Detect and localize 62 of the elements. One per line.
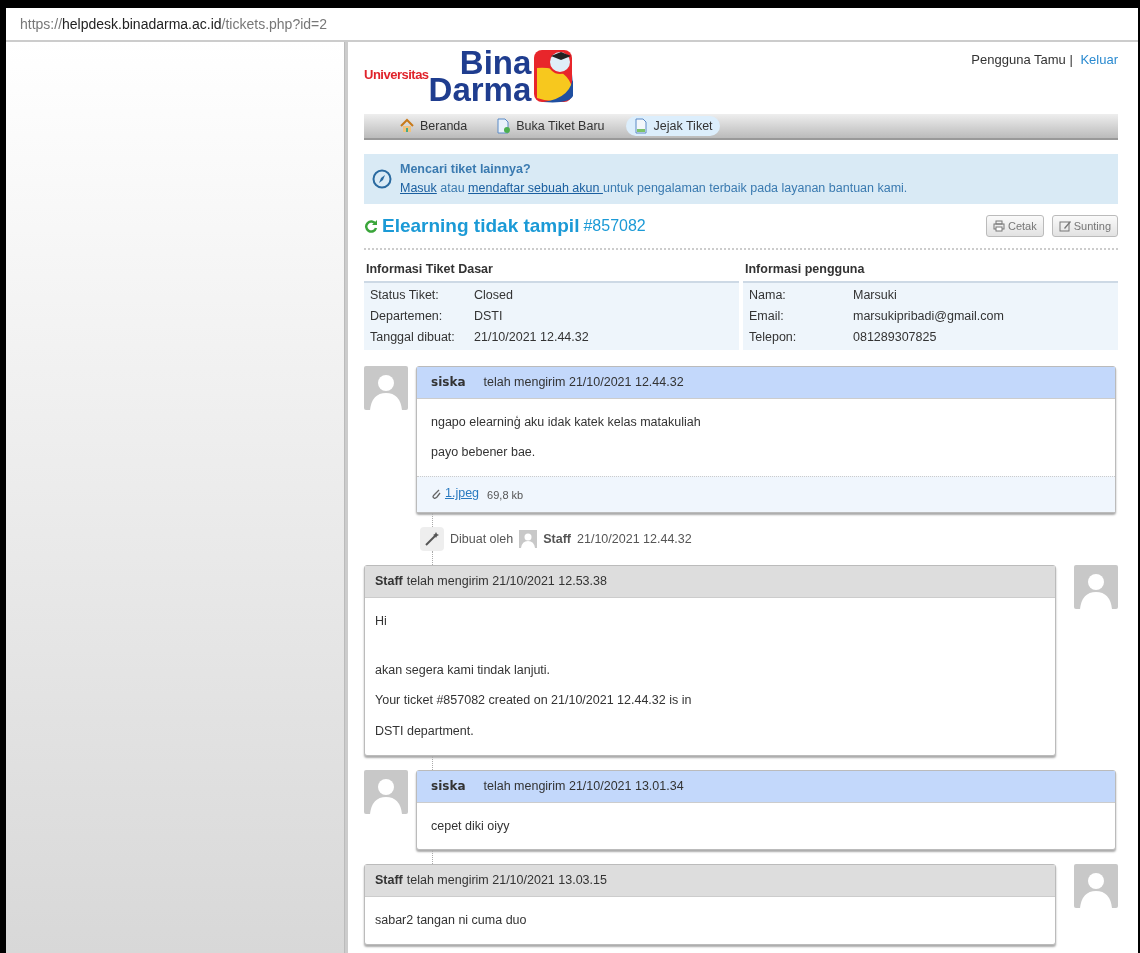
message-text: ngapo elearninģ aku idak katek kelas matakuliah	[431, 413, 702, 431]
compass-icon	[372, 168, 392, 189]
paperclip-icon	[431, 487, 441, 500]
logo-emblem-icon	[533, 48, 576, 104]
nav-tab[interactable]: Buka Tiket Baru	[488, 115, 612, 137]
field-value: Closed	[474, 286, 513, 304]
field-label: Telepon:	[749, 328, 798, 346]
nav-tab[interactable]: Beranda	[392, 115, 475, 137]
user-name: Pengguna Tamu	[971, 52, 1067, 67]
new-document-icon	[495, 118, 512, 134]
print-button[interactable]: Cetak	[985, 214, 1044, 237]
magic-wand-icon	[420, 527, 444, 552]
field-label: Nama:	[749, 286, 787, 304]
notice-link[interactable]: mendaftar sebuah akun	[468, 180, 603, 195]
avatar-icon	[1074, 864, 1118, 909]
post-meta: telah mengirim 21/10/2021 12.53.38	[406, 573, 607, 591]
document-icon	[632, 118, 649, 134]
edit-icon	[1058, 219, 1071, 232]
edit-button[interactable]: Sunting	[1051, 214, 1118, 237]
field-value: marsukipribadi@gmail.com	[853, 307, 1004, 325]
message-text: Your ticket #857082 created on 21/10/2021 12.44.32 is in	[375, 692, 693, 710]
post-meta: telah mengirim 21/10/2021 13.03.15	[406, 872, 607, 890]
message-text: payo bebener bae.	[431, 444, 537, 462]
refresh-icon	[364, 218, 378, 233]
avatar-icon	[519, 530, 538, 549]
author-name: siska	[431, 777, 466, 795]
field-value: Marsuki	[853, 286, 897, 304]
attachment-link[interactable]: 1.jpeg	[445, 484, 480, 503]
field-label: Email:	[749, 307, 785, 325]
ticket-number: #857082	[583, 215, 646, 236]
field-label: Departemen:	[370, 307, 444, 325]
avatar-icon	[1074, 565, 1118, 610]
avatar-icon	[364, 365, 408, 410]
author-name: Staff	[543, 530, 572, 548]
field-value: DSTI	[474, 307, 503, 325]
field-value: 21/10/2021 12.44.32	[474, 328, 589, 346]
notice-text: Masuk atau mendaftar sebuah akun untuk pengalaman terbaik pada layanan bantuan kami.	[400, 179, 908, 197]
field-label: Tanggal dibuat:	[370, 328, 456, 346]
event-text: Dibuat oleh	[450, 530, 514, 548]
event-time: 21/10/2021 12.44.32	[577, 530, 692, 548]
field-value: 081289307825	[853, 328, 937, 346]
message-text: cepet diki oiyy	[431, 817, 511, 835]
post-meta: telah mengirim 21/10/2021 13.01.34	[483, 777, 684, 795]
avatar-icon	[364, 769, 408, 814]
message-text: akan segera kami tindak lanjuti.	[375, 661, 552, 679]
field-label: Status Tiket:	[370, 286, 440, 304]
message-text: Hi	[375, 612, 388, 630]
file-size: 69,8 kb	[486, 489, 524, 502]
author-name: Staff	[375, 872, 403, 890]
post-meta: telah mengirim 21/10/2021 12.44.32	[483, 373, 684, 391]
logout-link[interactable]: Keluar	[1076, 52, 1118, 67]
separator: |	[1069, 52, 1073, 67]
message-text: DSTI department.	[375, 723, 475, 741]
ticket-title: Elearning tidak tampil	[382, 213, 580, 238]
notice-title: Mencari tiket lainnya?	[400, 161, 532, 178]
home-icon	[399, 118, 415, 134]
nav-tab[interactable]: Jejak Tiket	[625, 115, 720, 137]
message-text: sabar2 tangan ni cuma duo	[375, 912, 528, 930]
author-name: Staff	[375, 573, 403, 591]
print-icon	[992, 219, 1005, 232]
author-name: siska	[431, 373, 466, 391]
notice-link[interactable]: Masuk	[400, 180, 437, 195]
